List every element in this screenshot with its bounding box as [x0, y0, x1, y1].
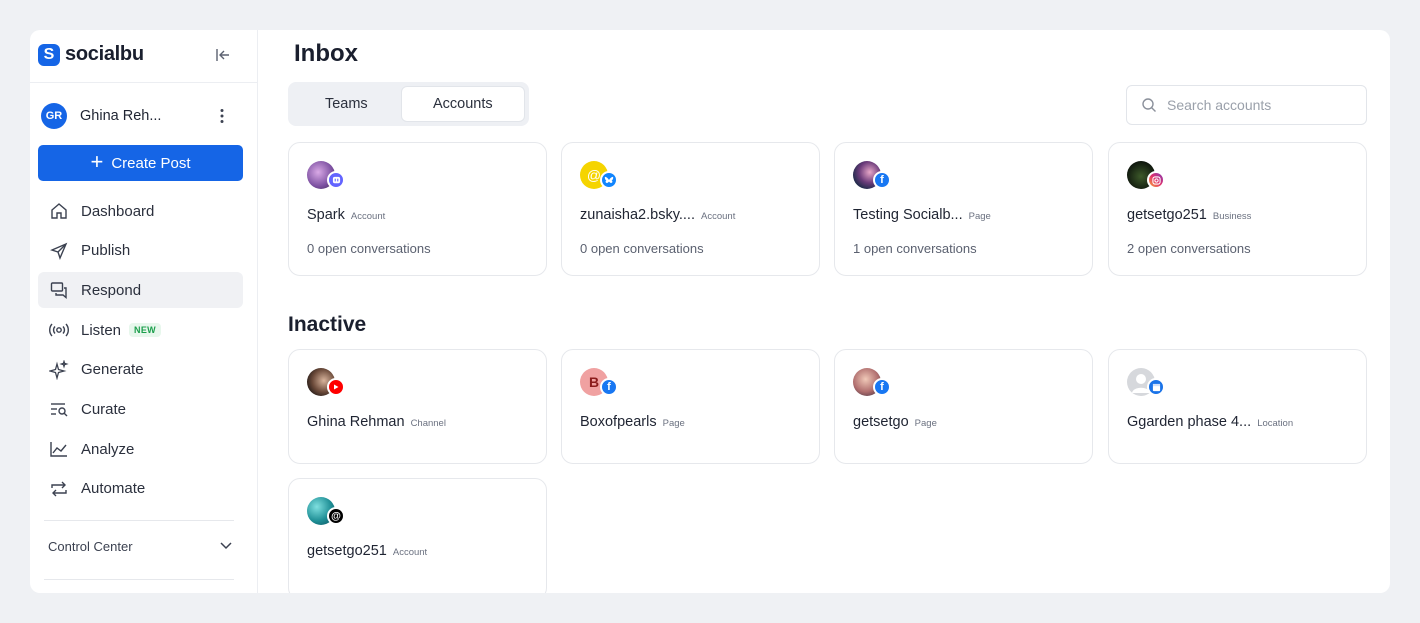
- sidebar: S socialbu GR Ghina Reh... + Create Post…: [30, 30, 258, 593]
- conversation-count: 0 open conversations: [307, 241, 431, 256]
- sidebar-nav: Dashboard Publish Respond Listen NEW Gen…: [38, 193, 243, 511]
- inactive-section-title: Inactive: [288, 313, 367, 336]
- socialbu-logo-icon: S: [38, 43, 60, 66]
- account-name: Spark Account: [307, 207, 386, 223]
- sidebar-item-automate[interactable]: Automate: [38, 471, 243, 507]
- threads-icon: @: [327, 507, 345, 525]
- sidebar-item-label: Dashboard: [81, 202, 155, 220]
- home-icon: [48, 200, 70, 222]
- account-name: Ggarden phase 4... Location: [1127, 414, 1294, 430]
- sidebar-item-label: Curate: [81, 400, 127, 418]
- create-post-button[interactable]: + Create Post: [38, 145, 243, 181]
- conversation-count: 2 open conversations: [1127, 241, 1251, 256]
- facebook-icon: f: [873, 171, 891, 189]
- bluesky-icon: [600, 171, 618, 189]
- account-avatar-group: [1127, 161, 1167, 195]
- search-input[interactable]: [1167, 97, 1357, 113]
- brand-logo[interactable]: S socialbu: [38, 43, 144, 66]
- facebook-icon: f: [873, 378, 891, 396]
- sidebar-item-analyze[interactable]: Analyze: [38, 431, 243, 467]
- facebook-icon: f: [600, 378, 618, 396]
- plus-icon: +: [90, 149, 104, 174]
- search-icon: [1141, 97, 1157, 113]
- youtube-icon: [327, 378, 345, 396]
- account-avatar-group: [307, 161, 347, 195]
- sidebar-item-label: Publish: [81, 242, 131, 260]
- account-avatar-group: B f: [580, 368, 620, 402]
- tab-switcher: Teams Accounts: [288, 82, 529, 126]
- mastodon-icon: [327, 171, 345, 189]
- sidebar-item-respond[interactable]: Respond: [38, 272, 243, 309]
- collapse-sidebar-icon[interactable]: [214, 46, 232, 64]
- account-avatar-group: @: [307, 497, 347, 531]
- account-name: getsetgo251 Account: [307, 543, 428, 559]
- account-avatar-group: [1127, 368, 1167, 402]
- search-list-icon: [48, 398, 70, 420]
- account-avatar-group: f: [853, 161, 893, 195]
- sidebar-divider: [44, 520, 234, 521]
- instagram-icon: [1147, 171, 1165, 189]
- control-center-label: Control Center: [48, 538, 133, 554]
- account-card[interactable]: Ghina Rehman Channel: [288, 349, 547, 464]
- sidebar-item-label: Analyze: [81, 440, 135, 458]
- sidebar-item-label: Respond: [81, 281, 142, 299]
- control-center-toggle[interactable]: Control Center: [48, 535, 233, 557]
- new-badge: NEW: [129, 323, 161, 338]
- account-card[interactable]: @ getsetgo251 Account: [288, 478, 547, 593]
- sidebar-item-generate[interactable]: Generate: [38, 352, 243, 388]
- account-avatar-group: [307, 368, 347, 402]
- sparkle-icon: [48, 359, 70, 381]
- sidebar-item-listen[interactable]: Listen NEW: [38, 312, 243, 348]
- more-options-icon[interactable]: [214, 107, 230, 125]
- conversation-count: 0 open conversations: [580, 241, 704, 256]
- account-name: Ghina Rehman Channel: [307, 414, 446, 430]
- create-post-label: Create Post: [111, 154, 191, 172]
- sidebar-item-label: Automate: [81, 480, 146, 498]
- sidebar-item-dashboard[interactable]: Dashboard: [38, 193, 243, 229]
- sidebar-item-curate[interactable]: Curate: [38, 391, 243, 427]
- sidebar-item-publish[interactable]: Publish: [38, 233, 243, 269]
- account-card[interactable]: f getsetgo Page: [834, 349, 1093, 464]
- chart-line-icon: [48, 438, 70, 460]
- account-card[interactable]: getsetgo251 Business 2 open conversation…: [1108, 142, 1367, 276]
- sidebar-divider: [30, 82, 258, 83]
- account-card[interactable]: Ggarden phase 4... Location: [1108, 349, 1367, 464]
- repeat-icon: [48, 478, 70, 500]
- user-name: Ghina Reh...: [80, 108, 162, 124]
- user-menu[interactable]: GR Ghina Reh...: [38, 100, 238, 132]
- conversation-count: 1 open conversations: [853, 241, 977, 256]
- account-card[interactable]: Spark Account 0 open conversations: [288, 142, 547, 276]
- app-window: S socialbu GR Ghina Reh... + Create Post…: [30, 30, 1390, 593]
- tab-teams[interactable]: Teams: [292, 86, 401, 122]
- google-business-icon: [1147, 378, 1165, 396]
- chevron-down-icon: [219, 538, 233, 555]
- account-name: Testing Socialb... Page: [853, 207, 991, 223]
- send-icon: [48, 240, 70, 262]
- broadcast-icon: [48, 319, 70, 341]
- account-name: getsetgo Page: [853, 414, 937, 430]
- account-name: zunaisha2.bsky.... Account: [580, 207, 736, 223]
- account-avatar-group: f: [853, 368, 893, 402]
- account-card[interactable]: f Testing Socialb... Page 1 open convers…: [834, 142, 1093, 276]
- account-name: Boxofpearls Page: [580, 414, 685, 430]
- tab-accounts[interactable]: Accounts: [400, 86, 525, 122]
- sidebar-divider: [44, 579, 234, 580]
- brand-name: socialbu: [65, 43, 144, 65]
- sidebar-item-label: Generate: [81, 361, 144, 379]
- account-name: getsetgo251 Business: [1127, 207, 1252, 223]
- account-card[interactable]: B f Boxofpearls Page: [561, 349, 820, 464]
- user-avatar: GR: [41, 103, 67, 129]
- search-box: [1126, 85, 1367, 125]
- sidebar-item-label: Listen: [81, 321, 122, 339]
- main-content: Inbox Teams Accounts Spark Account 0 ope…: [258, 30, 1390, 593]
- account-card[interactable]: @ zunaisha2.bsky.... Account 0 open conv…: [561, 142, 820, 276]
- page-title: Inbox: [294, 40, 358, 67]
- account-avatar-group: @: [580, 161, 620, 195]
- chat-icon: [48, 279, 70, 301]
